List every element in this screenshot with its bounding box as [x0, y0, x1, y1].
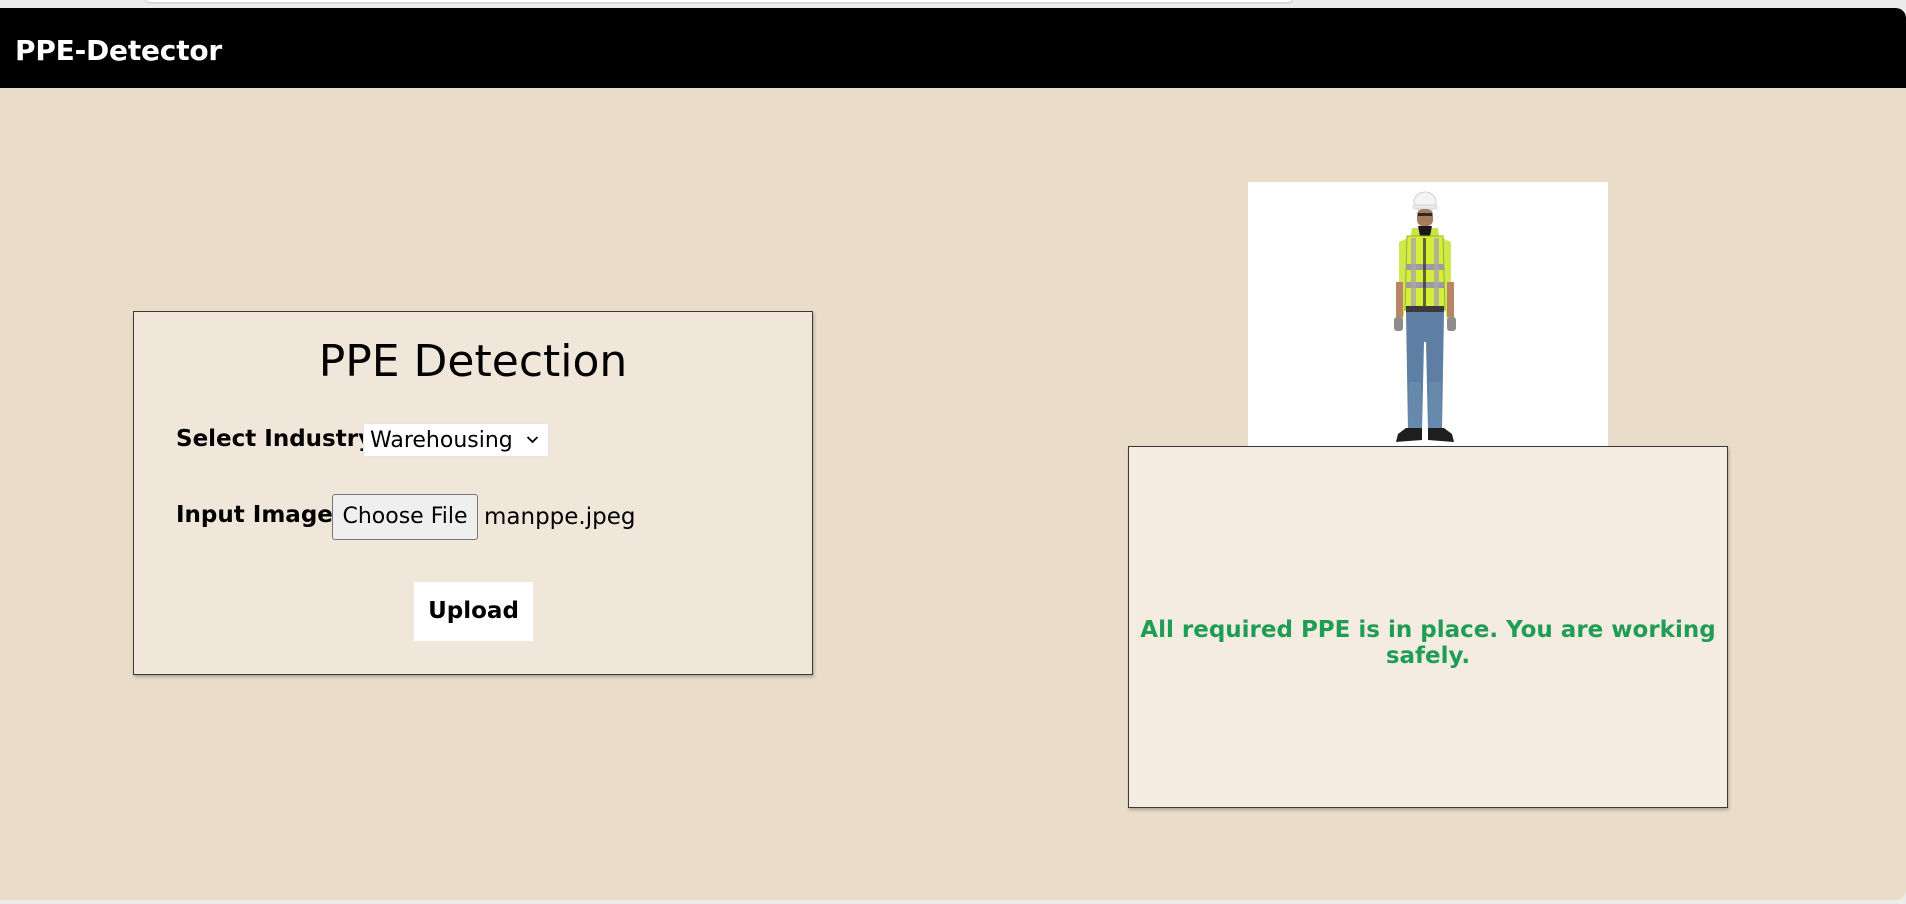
industry-select[interactable]: Warehousing	[363, 423, 549, 457]
choose-file-button[interactable]: Choose File	[332, 494, 478, 540]
browser-top-strip	[0, 0, 1906, 8]
industry-selected-value: Warehousing	[370, 428, 513, 453]
chevron-down-icon	[526, 436, 539, 444]
brand-title[interactable]: PPE-Detector	[15, 34, 222, 67]
upload-button[interactable]: Upload	[414, 582, 533, 641]
selected-file-name: manppe.jpeg	[484, 504, 636, 530]
input-image-label: Input Image:	[176, 502, 343, 528]
result-card: All required PPE is in place. You are wo…	[1128, 446, 1728, 808]
result-message: All required PPE is in place. You are wo…	[1140, 617, 1716, 669]
form-title: PPE Detection	[318, 336, 628, 387]
detection-form-card: PPE Detection Select Industry: Warehousi…	[133, 311, 813, 675]
browser-address-pill	[145, 0, 1293, 2]
uploaded-image-preview	[1248, 182, 1608, 454]
select-industry-label: Select Industry:	[176, 426, 383, 452]
app-window: PPE-Detector PPE Detection Select Indust…	[0, 8, 1906, 900]
navbar: PPE-Detector	[0, 8, 1906, 88]
worker-photo	[1394, 191, 1456, 442]
